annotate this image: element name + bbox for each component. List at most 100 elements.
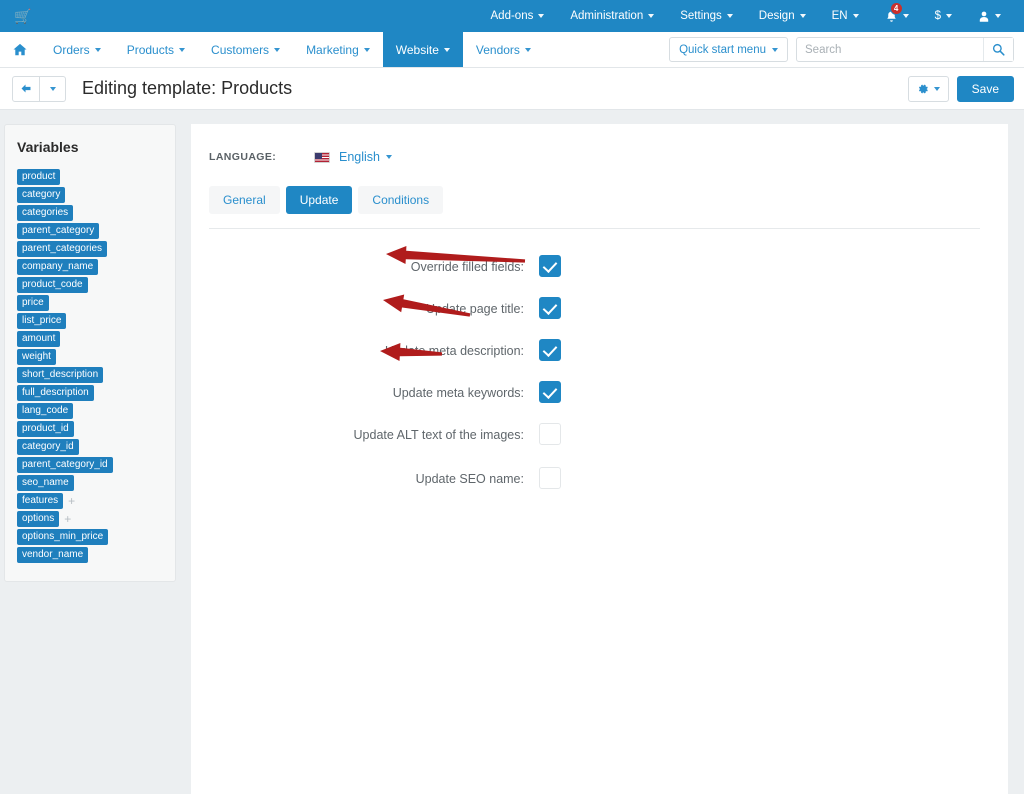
variable-tag[interactable]: category [17, 187, 66, 203]
nav-item-products[interactable]: Products [114, 32, 198, 67]
nav-item-vendors[interactable]: Vendors [463, 32, 544, 67]
topbar-item-addons[interactable]: Add-ons [478, 0, 558, 32]
variable-tag[interactable]: company_name [17, 259, 99, 275]
topbar-notifications[interactable]: 4 [872, 0, 922, 32]
us-flag-icon [314, 151, 330, 163]
topbar-item-label: EN [831, 10, 848, 22]
checkbox-update-seo-name[interactable] [539, 467, 561, 489]
tab-conditions[interactable]: Conditions [358, 186, 444, 214]
user-icon [979, 11, 989, 22]
chevron-down-icon [538, 14, 545, 18]
nav-right-group: Quick start menu [669, 32, 1024, 67]
checkbox-update-alt-text-of-the-images[interactable] [539, 423, 561, 445]
variable-row: amount [17, 331, 163, 347]
variable-tag[interactable]: list_price [17, 313, 67, 329]
nav-item-label: Marketing [306, 42, 359, 57]
topbar-item-design[interactable]: Design [746, 0, 819, 32]
variable-tag[interactable]: categories [17, 205, 74, 221]
search-box[interactable] [796, 37, 1014, 62]
checkbox-update-meta-description[interactable] [539, 339, 561, 361]
chevron-down-icon [852, 14, 859, 18]
search-button[interactable] [983, 38, 1013, 61]
back-button-group [12, 75, 66, 102]
chevron-down-icon [772, 47, 778, 52]
tab-general[interactable]: General [209, 186, 280, 214]
variable-tag[interactable]: vendor_name [17, 547, 89, 563]
cart-icon[interactable]: 🛒 [14, 9, 31, 23]
variable-tag[interactable]: parent_category [17, 223, 100, 239]
form-rows: Override filled fields: Update page title… [219, 255, 980, 489]
back-dropdown-button[interactable] [40, 75, 66, 102]
gear-icon [918, 84, 928, 93]
quick-start-menu-button[interactable]: Quick start menu [669, 37, 788, 62]
variable-tag[interactable]: seo_name [17, 475, 74, 491]
variable-tag[interactable]: options [17, 511, 60, 527]
variable-tag[interactable]: options_min_price [17, 529, 109, 545]
arrow-left-icon [21, 84, 31, 93]
form-field-label: Update SEO name: [415, 472, 524, 486]
quick-start-label: Quick start menu [679, 43, 766, 56]
variable-tag[interactable]: product [17, 169, 61, 185]
variable-tag[interactable]: parent_categories [17, 241, 108, 257]
topbar-item-language[interactable]: EN [819, 0, 872, 32]
topbar-item-administration[interactable]: Administration [557, 0, 667, 32]
variable-row: category_id [17, 439, 163, 455]
variable-tag[interactable]: features [17, 493, 64, 509]
form-field-label: Update page title: [426, 302, 524, 316]
variable-expand-icon[interactable]: + [64, 513, 71, 525]
variable-row: options_min_price [17, 529, 163, 545]
chevron-down-icon [933, 86, 940, 91]
variable-tag[interactable]: category_id [17, 439, 79, 455]
chevron-down-icon [94, 47, 101, 52]
variable-expand-icon[interactable]: + [68, 495, 75, 507]
form-field-label: Update meta description: [385, 344, 524, 358]
chevron-down-icon [726, 14, 733, 18]
variable-row: product [17, 169, 163, 185]
language-label: LANGUAGE: [209, 151, 277, 163]
nav-item-label: Website [395, 42, 439, 57]
topbar-item-label: Add-ons [490, 10, 534, 22]
variable-tag[interactable]: parent_category_id [17, 457, 113, 473]
variable-tag[interactable]: full_description [17, 385, 94, 401]
notification-count-badge: 4 [889, 2, 903, 15]
page-title: Editing template: Products [82, 78, 293, 98]
variable-row: parent_category_id [17, 457, 163, 473]
search-input[interactable] [797, 38, 983, 61]
topbar-currency[interactable]: $ [922, 0, 965, 32]
form-row: Update meta keywords: [219, 381, 980, 403]
back-button[interactable] [12, 75, 40, 102]
nav-item-customers[interactable]: Customers [198, 32, 293, 67]
checkbox-update-meta-keywords[interactable] [539, 381, 561, 403]
variable-row: price [17, 295, 163, 311]
language-row: LANGUAGE: English [209, 150, 980, 164]
language-selector[interactable]: English [339, 150, 392, 164]
variable-tag[interactable]: product_id [17, 421, 74, 437]
topbar-item-settings[interactable]: Settings [667, 0, 746, 32]
left-column: Variables product category categories paren… [0, 124, 176, 582]
checkbox-override-filled-fields[interactable] [539, 255, 561, 277]
topbar-account[interactable] [965, 0, 1014, 32]
variable-tag[interactable]: product_code [17, 277, 88, 293]
variable-row: category [17, 187, 163, 203]
variable-tag[interactable]: amount [17, 331, 61, 347]
main-navigation: Orders Products Customers Marketing Webs… [0, 32, 1024, 68]
bell-icon-wrap: 4 [885, 2, 903, 23]
variable-row: company_name [17, 259, 163, 275]
variable-tag[interactable]: short_description [17, 367, 104, 383]
nav-item-orders[interactable]: Orders [40, 32, 114, 67]
variable-tag[interactable]: lang_code [17, 403, 74, 419]
checkbox-update-page-title[interactable] [539, 297, 561, 319]
nav-item-marketing[interactable]: Marketing [293, 32, 383, 67]
home-icon[interactable] [0, 32, 40, 67]
settings-gear-button[interactable] [907, 75, 949, 102]
save-button[interactable]: Save [956, 75, 1014, 102]
variable-tag[interactable]: weight [17, 349, 56, 365]
form-row: Update SEO name: [219, 467, 980, 489]
chevron-down-icon [902, 14, 909, 18]
nav-item-website[interactable]: Website [382, 32, 463, 67]
topbar-item-label: Administration [570, 10, 644, 22]
search-icon [992, 43, 1005, 56]
tab-update[interactable]: Update [285, 186, 353, 214]
variable-tag[interactable]: price [17, 295, 49, 311]
